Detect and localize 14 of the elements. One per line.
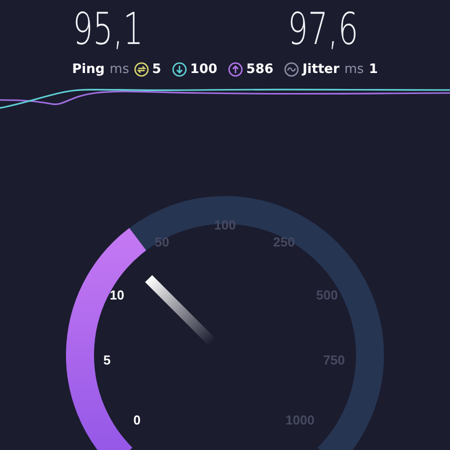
metric-value: 100 [190, 62, 218, 76]
scale-label: 5 [103, 352, 111, 368]
unit-label: ms [344, 62, 364, 76]
metric-value: 5 [152, 62, 162, 76]
metric-label: Ping [72, 62, 105, 76]
metric-value: 586 [246, 62, 274, 76]
result-value: 95,1 [72, 4, 143, 57]
metric-value: 1 [368, 62, 378, 76]
unit-label: ms [110, 62, 130, 76]
gauge-needle [145, 275, 216, 346]
metric-label: Jitter [302, 62, 340, 76]
scale-label: 10 [110, 288, 124, 302]
result-value: 97,6 [287, 4, 358, 57]
scale-label: 0 [133, 412, 141, 428]
